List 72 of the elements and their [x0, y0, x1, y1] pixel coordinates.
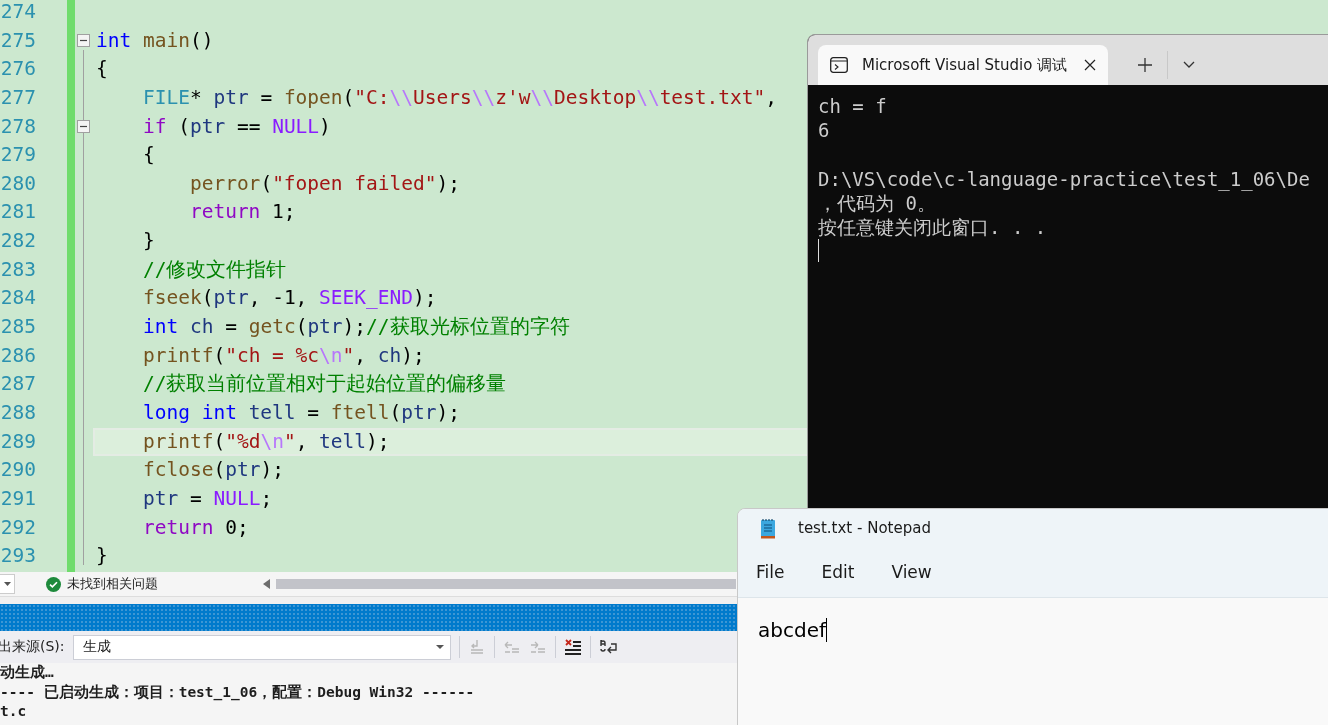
code-line: long int tell = ftell(ptr);: [141, 399, 460, 426]
add-tab-icon[interactable]: [1138, 58, 1152, 72]
code-line: //获取当前位置相对于起始位置的偏移量: [141, 371, 507, 398]
code-line: if (ptr == NULL): [141, 113, 331, 140]
code-line: FILE* ptr = fopen("C:\\Users\\z'w\\Desktop\\test.txt",: [141, 84, 778, 111]
line-number: 293: [0, 543, 36, 570]
line-number: 287: [0, 371, 36, 398]
console-line: D:\VS\code\c-language-practice\test_1_06\De: [818, 166, 1311, 191]
code-line: printf("ch = %c\n", ch);: [141, 342, 425, 369]
caret-icon: [435, 645, 444, 649]
horizontal-scrollbar[interactable]: [276, 579, 736, 589]
code-line: printf("%d\n", tell);: [141, 428, 390, 455]
text-content[interactable]: abcdef: [758, 618, 826, 642]
code-line: return 1;: [188, 199, 296, 226]
output-line: ---- 已启动生成：项目：test_1_06，配置：Debug Win32 ------: [0, 682, 476, 702]
code-line: ptr = NULL;: [141, 485, 273, 512]
terminal-icon: [830, 57, 848, 73]
line-number: 286: [0, 342, 36, 369]
code-line: //修改文件指针: [141, 256, 287, 283]
clear-all-icon[interactable]: [563, 638, 582, 656]
word-wrap-icon[interactable]: [598, 638, 619, 656]
text-cursor: [826, 618, 827, 642]
line-number: 292: [0, 514, 36, 541]
code-line: }: [96, 543, 108, 570]
terminal-tab[interactable]: Microsoft Visual Studio 调试: [818, 45, 1108, 85]
window-title: test.txt - Notepad: [798, 519, 931, 537]
output-line: t.c: [0, 702, 28, 721]
scroll-left-icon[interactable]: [263, 579, 270, 589]
code-line: fclose(ptr);: [141, 457, 284, 484]
line-number: 278: [0, 113, 36, 140]
text-cursor: [818, 239, 819, 263]
code-line: {: [96, 56, 108, 83]
check-circle-icon: [46, 576, 61, 592]
line-number: 277: [0, 84, 36, 111]
collapse-icon[interactable]: [77, 120, 90, 134]
line-number: 280: [0, 170, 36, 197]
source-dropdown[interactable]: 生成: [72, 634, 451, 660]
dropdown[interactable]: [0, 574, 15, 594]
code-line: int main(): [96, 27, 214, 54]
line-number: 289: [0, 428, 36, 455]
console-line: ch = f: [818, 94, 888, 119]
code-line: {: [141, 142, 155, 169]
line-number: 281: [0, 199, 36, 226]
line-number: 276: [0, 56, 36, 83]
console-line: 按任意键关闭此窗口. . .: [818, 214, 1048, 240]
caret-icon: [3, 582, 11, 586]
code-line: fseek(ptr, -1, SEEK_END);: [141, 285, 437, 312]
notepad-icon: [760, 517, 776, 539]
line-number: 282: [0, 228, 36, 255]
collapse-icon[interactable]: [77, 34, 90, 48]
code-line: }: [141, 228, 155, 255]
code-line: int ch = getc(ptr);//获取光标位置的字符: [141, 314, 570, 341]
code-line: return 0;: [141, 514, 249, 541]
line-number: 285: [0, 314, 36, 341]
line-number: 274: [0, 0, 36, 25]
code-line: perror("fopen failed");: [188, 170, 460, 197]
line-number: 283: [0, 256, 36, 283]
chevron-down-icon[interactable]: [1183, 61, 1195, 68]
menu-item[interactable]: View: [891, 562, 932, 582]
line-number: 291: [0, 485, 36, 512]
line-number: 288: [0, 399, 36, 426]
menu-item[interactable]: File: [756, 562, 785, 582]
close-icon[interactable]: [1084, 59, 1096, 71]
line-number: 279: [0, 142, 36, 169]
console-line: ，代码为 0。: [818, 191, 937, 215]
line-number: 284: [0, 285, 36, 312]
output-line: 动生成…: [0, 663, 55, 682]
issues-status[interactable]: 未找到相关问题: [67, 575, 158, 593]
line-number: 290: [0, 457, 36, 484]
line-number: 275: [0, 27, 36, 54]
console-line: 6: [818, 118, 831, 143]
menu-item[interactable]: Edit: [821, 562, 855, 582]
